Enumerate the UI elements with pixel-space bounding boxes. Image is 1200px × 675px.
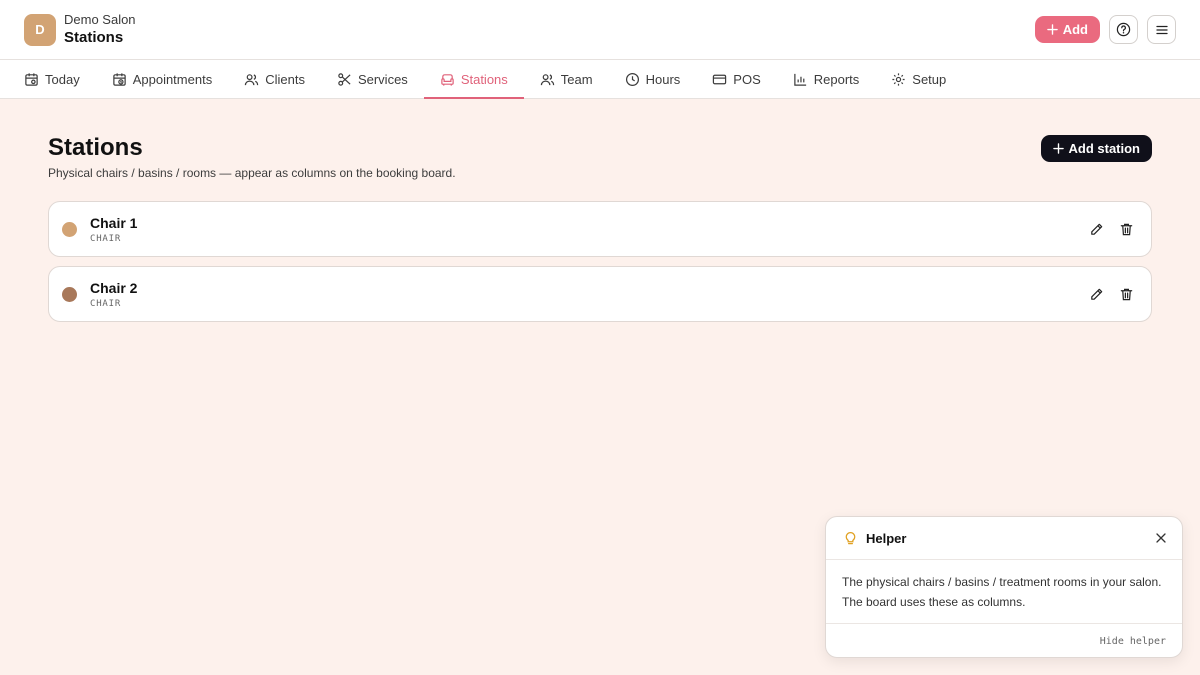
brand-text: Demo Salon Stations xyxy=(64,12,136,48)
station-row[interactable]: Chair 1 CHAIR xyxy=(48,201,1152,257)
add-station-label: Add station xyxy=(1068,141,1141,156)
gear-icon xyxy=(892,72,905,86)
page-heading: Stations Physical chairs / basins / room… xyxy=(48,133,456,180)
trash-icon xyxy=(1120,223,1132,235)
salon-avatar[interactable]: D xyxy=(24,13,56,46)
page-name: Stations xyxy=(64,29,124,47)
station-actions xyxy=(1087,220,1135,238)
scissors-icon xyxy=(338,72,351,86)
station-type: CHAIR xyxy=(90,298,122,309)
nav-tab-label: POS xyxy=(733,71,761,87)
menu-button[interactable] xyxy=(1147,15,1176,44)
team-icon xyxy=(540,73,554,85)
nav-tab-label: Stations xyxy=(460,71,508,87)
nav-tab-label: Services xyxy=(357,71,408,87)
add-station-button[interactable]: Add station xyxy=(1040,135,1152,162)
page-header: Stations Physical chairs / basins / room… xyxy=(48,133,1152,180)
edit-station-button[interactable] xyxy=(1087,220,1105,238)
nav-tab-label: Appointments xyxy=(132,71,213,87)
station-name: Chair 1 xyxy=(90,214,138,231)
station-name: Chair 2 xyxy=(90,279,138,296)
credit-card-icon xyxy=(713,74,727,84)
nav-tab-label: Reports xyxy=(813,71,860,87)
nav-tab-label: Setup xyxy=(912,71,947,87)
nav-tab-team[interactable]: Team xyxy=(524,60,609,98)
help-button[interactable] xyxy=(1109,15,1138,44)
station-type: CHAIR xyxy=(90,233,122,244)
station-info: Chair 2 CHAIR xyxy=(90,280,1087,309)
brand: D Demo Salon Stations xyxy=(24,12,136,48)
nav-tab-label: Today xyxy=(45,71,80,87)
helper-panel: Helper The physical chairs / basins / tr… xyxy=(825,516,1183,658)
nav-tab-setup[interactable]: Setup xyxy=(875,60,962,98)
helper-footer: Hide helper xyxy=(826,624,1182,658)
main-content: Stations Physical chairs / basins / room… xyxy=(0,99,1200,322)
calendar-icon xyxy=(25,72,38,86)
pencil-icon xyxy=(1090,288,1102,300)
add-button-label: Add xyxy=(1062,22,1088,37)
lightbulb-icon xyxy=(845,532,856,545)
plus-icon xyxy=(1052,143,1064,154)
users-icon xyxy=(245,73,259,85)
station-row[interactable]: Chair 2 CHAIR xyxy=(48,266,1152,322)
pencil-icon xyxy=(1090,223,1102,235)
nav-tab-appointments[interactable]: Appointments xyxy=(96,60,229,98)
help-circle-icon xyxy=(1116,22,1131,37)
helper-title: Helper xyxy=(866,530,907,546)
station-info: Chair 1 CHAIR xyxy=(90,215,1087,244)
calendar-clock-icon xyxy=(112,72,126,86)
nav-tab-label: Clients xyxy=(265,71,305,87)
plus-icon xyxy=(1046,24,1058,35)
page-title: Stations xyxy=(48,134,143,161)
close-helper-button[interactable] xyxy=(1155,532,1167,544)
page-subtitle: Physical chairs / basins / rooms — appea… xyxy=(48,166,456,180)
edit-station-button[interactable] xyxy=(1087,285,1105,303)
clock-icon xyxy=(625,72,639,86)
station-color-dot xyxy=(62,221,77,237)
nav-tab-services[interactable]: Services xyxy=(321,60,424,98)
nav-tab-hours[interactable]: Hours xyxy=(609,60,697,98)
delete-station-button[interactable] xyxy=(1117,220,1135,238)
close-icon xyxy=(1156,533,1166,543)
bar-chart-icon xyxy=(794,73,806,86)
main-nav: Today Appointments Clients Services Stat… xyxy=(0,60,1200,99)
nav-tab-label: Hours xyxy=(645,71,681,87)
salon-name: Demo Salon xyxy=(64,11,136,27)
nav-tab-label: Team xyxy=(560,71,593,87)
hamburger-icon xyxy=(1155,25,1168,34)
add-button[interactable]: Add xyxy=(1034,16,1100,43)
top-actions: Add xyxy=(1034,15,1176,44)
nav-tab-stations[interactable]: Stations xyxy=(423,60,524,99)
top-bar: D Demo Salon Stations Add xyxy=(0,0,1200,60)
trash-icon xyxy=(1120,288,1132,300)
helper-header: Helper xyxy=(826,517,1182,560)
nav-tab-clients[interactable]: Clients xyxy=(228,60,321,98)
nav-tab-reports[interactable]: Reports xyxy=(777,60,876,98)
helper-body: The physical chairs / basins / treatment… xyxy=(826,560,1182,624)
sofa-icon xyxy=(441,73,454,86)
station-list: Chair 1 CHAIR Chair 2 CHAIR xyxy=(48,201,1152,322)
station-actions xyxy=(1087,285,1135,303)
nav-tab-pos[interactable]: POS xyxy=(696,60,776,98)
nav-tab-today[interactable]: Today xyxy=(8,60,96,98)
delete-station-button[interactable] xyxy=(1117,285,1135,303)
station-color-dot xyxy=(62,286,77,302)
hide-helper-link[interactable]: Hide helper xyxy=(1100,636,1166,647)
